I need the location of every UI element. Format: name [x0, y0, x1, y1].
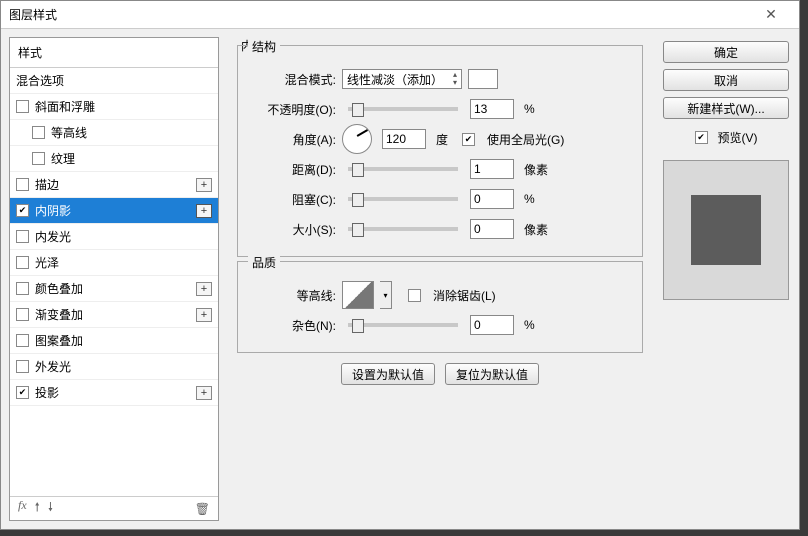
structure-title: 结构	[248, 38, 280, 55]
ok-button[interactable]: 确定	[663, 41, 789, 63]
styles-panel: 样式 混合选项 斜面和浮雕 等高线 纹理 描边+ 内阴影+ 内发光 光泽 颜色叠…	[9, 37, 219, 521]
checkbox-drop-shadow[interactable]	[16, 386, 29, 399]
layer-style-dialog: 图层样式 ✕ 样式 混合选项 斜面和浮雕 等高线 纹理 描边+ 内阴影+ 内发光…	[0, 0, 800, 530]
styles-list: 混合选项 斜面和浮雕 等高线 纹理 描边+ 内阴影+ 内发光 光泽 颜色叠加+ …	[10, 68, 218, 496]
checkbox-preview[interactable]	[695, 131, 708, 144]
arrow-down-icon[interactable]: 🠗	[48, 498, 53, 519]
noise-slider[interactable]	[348, 323, 458, 327]
row-inner-glow[interactable]: 内发光	[10, 224, 218, 250]
add-stroke-icon[interactable]: +	[196, 178, 212, 192]
choke-input[interactable]: 0	[470, 189, 514, 209]
size-label: 大小(S):	[250, 221, 336, 238]
checkbox-stroke[interactable]	[16, 178, 29, 191]
new-style-button[interactable]: 新建样式(W)...	[663, 97, 789, 119]
contour-dropdown-icon[interactable]: ▾	[380, 281, 392, 309]
anti-alias-label: 消除锯齿(L)	[433, 287, 496, 304]
row-satin[interactable]: 光泽	[10, 250, 218, 276]
set-default-button[interactable]: 设置为默认值	[341, 363, 435, 385]
opacity-slider[interactable]	[348, 107, 458, 111]
add-inner-shadow-icon[interactable]: +	[196, 204, 212, 218]
choke-label: 阻塞(C):	[250, 191, 336, 208]
add-gradient-overlay-icon[interactable]: +	[196, 308, 212, 322]
opacity-input[interactable]: 13	[470, 99, 514, 119]
styles-header: 样式	[10, 38, 218, 68]
row-contour-sub[interactable]: 等高线	[10, 120, 218, 146]
close-button[interactable]: ✕	[751, 2, 791, 28]
dialog-title: 图层样式	[9, 6, 57, 23]
checkbox-contour-sub[interactable]	[32, 126, 45, 139]
choke-slider[interactable]	[348, 197, 458, 201]
blend-mode-select[interactable]: 线性减淡（添加） ▴▾	[342, 69, 462, 89]
preview-label: 预览(V)	[718, 129, 758, 146]
quality-title: 品质	[248, 254, 280, 271]
noise-input[interactable]: 0	[470, 315, 514, 335]
contour-swatch[interactable]	[342, 281, 374, 309]
row-drop-shadow[interactable]: 投影+	[10, 380, 218, 406]
angle-dial[interactable]	[342, 124, 372, 154]
preview-swatch	[691, 195, 761, 265]
row-bevel[interactable]: 斜面和浮雕	[10, 94, 218, 120]
row-blending-options[interactable]: 混合选项	[10, 68, 218, 94]
angle-input[interactable]: 120	[382, 129, 426, 149]
row-texture-sub[interactable]: 纹理	[10, 146, 218, 172]
distance-input[interactable]: 1	[470, 159, 514, 179]
add-drop-shadow-icon[interactable]: +	[196, 386, 212, 400]
global-light-label: 使用全局光(G)	[487, 131, 564, 148]
row-gradient-overlay[interactable]: 渐变叠加+	[10, 302, 218, 328]
opacity-label: 不透明度(O):	[250, 101, 336, 118]
fx-icon[interactable]: fx	[18, 498, 27, 519]
cancel-button[interactable]: 取消	[663, 69, 789, 91]
preview-box	[663, 160, 789, 300]
noise-label: 杂色(N):	[250, 317, 336, 334]
distance-label: 距离(D):	[250, 161, 336, 178]
distance-slider[interactable]	[348, 167, 458, 171]
trash-icon[interactable]: 🗑	[195, 502, 210, 516]
row-outer-glow[interactable]: 外发光	[10, 354, 218, 380]
checkbox-anti-alias[interactable]	[408, 289, 421, 302]
structure-group: 结构 混合模式: 线性减淡（添加） ▴▾ 不透明度(O): 13 %	[237, 45, 643, 257]
row-color-overlay[interactable]: 颜色叠加+	[10, 276, 218, 302]
checkbox-gradient-overlay[interactable]	[16, 308, 29, 321]
row-stroke[interactable]: 描边+	[10, 172, 218, 198]
arrow-up-icon[interactable]: 🠕	[35, 498, 40, 519]
add-color-overlay-icon[interactable]: +	[196, 282, 212, 296]
checkbox-bevel[interactable]	[16, 100, 29, 113]
row-pattern-overlay[interactable]: 图案叠加	[10, 328, 218, 354]
checkbox-inner-shadow[interactable]	[16, 204, 29, 217]
checkbox-color-overlay[interactable]	[16, 282, 29, 295]
checkbox-outer-glow[interactable]	[16, 360, 29, 373]
size-slider[interactable]	[348, 227, 458, 231]
checkbox-global-light[interactable]	[462, 133, 475, 146]
size-input[interactable]: 0	[470, 219, 514, 239]
checkbox-pattern-overlay[interactable]	[16, 334, 29, 347]
color-swatch[interactable]	[468, 69, 498, 89]
settings-panel: 内阴影 结构 混合模式: 线性减淡（添加） ▴▾ 不透明度(O):	[227, 37, 653, 521]
contour-label: 等高线:	[250, 287, 336, 304]
row-inner-shadow[interactable]: 内阴影+	[10, 198, 218, 224]
select-arrows-icon: ▴▾	[453, 71, 457, 87]
right-panel: 确定 取消 新建样式(W)... 预览(V)	[661, 37, 791, 521]
checkbox-texture-sub[interactable]	[32, 152, 45, 165]
angle-label: 角度(A):	[250, 131, 336, 148]
styles-footer: fx 🠕 🠗 🗑	[10, 496, 218, 520]
checkbox-inner-glow[interactable]	[16, 230, 29, 243]
quality-group: 品质 等高线: ▾ 消除锯齿(L) 杂色(N): 0 %	[237, 261, 643, 353]
checkbox-satin[interactable]	[16, 256, 29, 269]
reset-default-button[interactable]: 复位为默认值	[445, 363, 539, 385]
inner-shadow-group: 内阴影 结构 混合模式: 线性减淡（添加） ▴▾ 不透明度(O):	[231, 45, 649, 385]
titlebar: 图层样式 ✕	[1, 1, 799, 29]
blend-mode-label: 混合模式:	[250, 71, 336, 88]
